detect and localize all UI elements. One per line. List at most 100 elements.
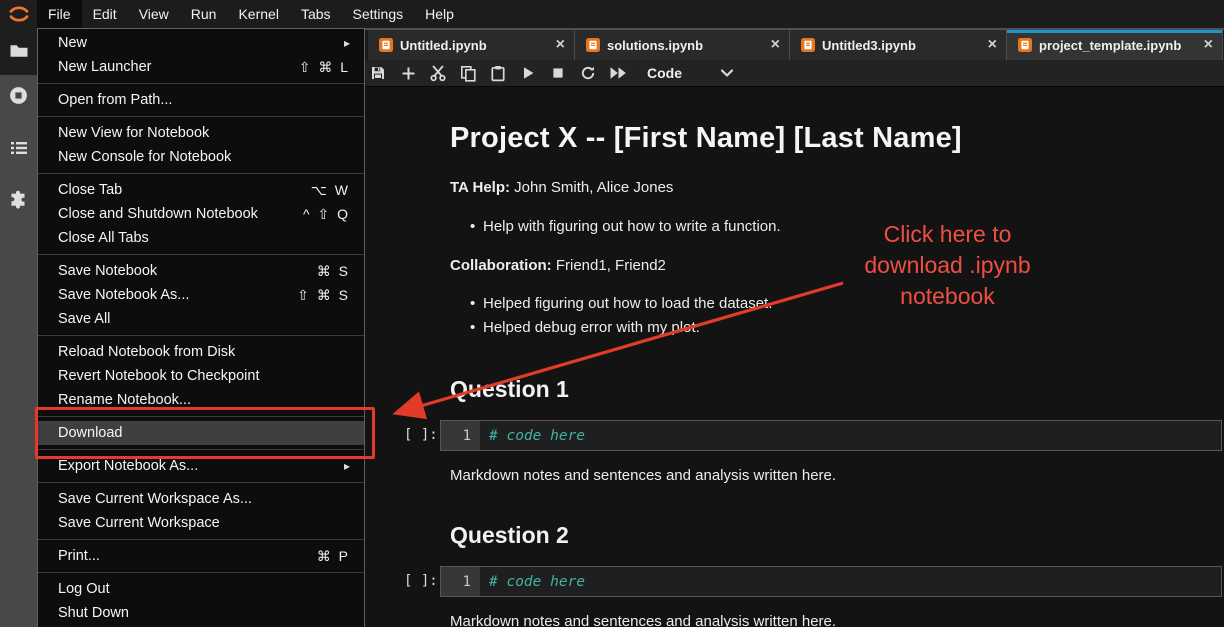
close-tab-icon[interactable]: × <box>982 37 997 53</box>
code-cell-editor[interactable]: 1# code here <box>440 420 1222 451</box>
bullet-item: Helped debug error with my plot. <box>470 316 772 340</box>
cell-type-dropdown[interactable]: Code <box>647 65 682 81</box>
jupyterlab-window: FileEditViewRunKernelTabsSettingsHelp Un… <box>0 0 1224 627</box>
close-tab-icon[interactable]: × <box>550 37 565 53</box>
close-tab-icon[interactable]: × <box>765 37 780 53</box>
tab-untitled-ipynb[interactable]: Untitled.ipynb × <box>368 30 575 60</box>
menu-item-shortcut: ⇧ ⌘ L <box>299 59 350 76</box>
menu-item-save-notebook-as[interactable]: Save Notebook As...⇧ ⌘ S <box>38 283 364 307</box>
menu-item-label: Rename Notebook... <box>58 392 191 408</box>
stop-icon[interactable] <box>543 60 573 87</box>
submenu-arrow-icon: ▸ <box>344 36 350 50</box>
menu-item-new-view-for-notebook[interactable]: New View for Notebook <box>38 121 364 145</box>
annotation-text-line: notebook <box>795 281 1100 312</box>
menubar-item-file[interactable]: File <box>37 0 82 28</box>
menu-separator <box>38 254 364 255</box>
menu-item-label: Print... <box>58 548 100 564</box>
running-kernels-icon[interactable] <box>0 79 37 111</box>
copy-icon[interactable] <box>453 60 483 87</box>
add-cell-icon[interactable] <box>393 60 423 87</box>
left-sidebar <box>0 28 37 627</box>
menubar-item-tabs[interactable]: Tabs <box>290 0 342 28</box>
tab-untitled3-ipynb[interactable]: Untitled3.ipynb× <box>790 30 1007 60</box>
menu-bar: FileEditViewRunKernelTabsSettingsHelp <box>37 0 1224 28</box>
run-icon[interactable] <box>513 60 543 87</box>
extensions-icon[interactable] <box>0 183 37 215</box>
menu-separator <box>38 173 364 174</box>
menubar-item-run[interactable]: Run <box>180 0 228 28</box>
annotation-text-line: Click here to <box>795 219 1100 250</box>
bullet-item: Helped figuring out how to load the data… <box>470 292 772 316</box>
menu-item-close-all-tabs[interactable]: Close All Tabs <box>38 226 364 250</box>
notebook-title: Project X -- [First Name] [Last Name] <box>450 120 962 156</box>
paste-icon[interactable] <box>483 60 513 87</box>
submenu-arrow-icon: ▸ <box>344 459 350 473</box>
menu-item-reload-notebook-from-disk[interactable]: Reload Notebook from Disk <box>38 340 364 364</box>
menu-item-save-current-workspace-as[interactable]: Save Current Workspace As... <box>38 487 364 511</box>
menu-item-log-out[interactable]: Log Out <box>38 577 364 601</box>
menu-item-label: New <box>58 35 87 51</box>
tab-label: Untitled.ipynb <box>400 38 543 53</box>
menu-item-new-launcher[interactable]: New Launcher⇧ ⌘ L <box>38 55 364 79</box>
menubar-item-settings[interactable]: Settings <box>342 0 415 28</box>
notebook-file-icon <box>379 38 393 52</box>
menu-item-open-from-path[interactable]: Open from Path... <box>38 88 364 112</box>
menu-item-close-and-shutdown-notebook[interactable]: Close and Shutdown Notebook^ ⇧ Q <box>38 202 364 226</box>
notebook-file-icon <box>1018 38 1032 52</box>
menu-item-new[interactable]: New ▸ <box>38 31 364 55</box>
menu-separator <box>38 539 364 540</box>
menu-item-shortcut: ⌥ W <box>311 182 350 199</box>
ta-help-label: TA Help: <box>450 179 510 196</box>
menu-separator <box>38 335 364 336</box>
menu-item-label: Export Notebook As... <box>58 458 198 474</box>
collaboration-line: Collaboration: Friend1, Friend2 <box>450 256 666 276</box>
jupyter-logo <box>0 0 37 28</box>
chevron-down-icon[interactable] <box>720 68 734 78</box>
tab-project-template-ipynb[interactable]: project_template.ipynb × <box>1007 30 1223 60</box>
menu-item-label: Close All Tabs <box>58 230 149 246</box>
menubar-item-view[interactable]: View <box>128 0 180 28</box>
ta-help-bullets: Help with figuring out how to write a fu… <box>470 215 781 239</box>
cell-prompt: [ ]: <box>404 573 438 589</box>
tab-label: project_template.ipynb <box>1039 38 1191 53</box>
markdown-note: Markdown notes and sentences and analysi… <box>450 611 836 627</box>
folder-icon[interactable] <box>0 35 37 67</box>
menu-item-save-notebook[interactable]: Save Notebook⌘ S <box>38 259 364 283</box>
menu-item-label: Close and Shutdown Notebook <box>58 206 258 222</box>
line-number: 1 <box>441 421 480 450</box>
cut-icon[interactable] <box>423 60 453 87</box>
menu-item-label: Reload Notebook from Disk <box>58 344 235 360</box>
collaboration-label: Collaboration: <box>450 257 552 274</box>
run-all-icon[interactable] <box>603 60 633 87</box>
menu-item-print[interactable]: Print...⌘ P <box>38 544 364 568</box>
menu-item-save-current-workspace[interactable]: Save Current Workspace <box>38 511 364 535</box>
menu-item-revert-notebook-to-checkpoint[interactable]: Revert Notebook to Checkpoint <box>38 364 364 388</box>
menu-item-new-console-for-notebook[interactable]: New Console for Notebook <box>38 145 364 169</box>
menubar-item-help[interactable]: Help <box>414 0 465 28</box>
menu-item-close-tab[interactable]: Close Tab⌥ W <box>38 178 364 202</box>
cell-prompt: [ ]: <box>404 427 438 443</box>
menu-item-label: Save All <box>58 311 110 327</box>
markdown-note: Markdown notes and sentences and analysi… <box>450 465 836 487</box>
menu-separator <box>38 572 364 573</box>
menu-item-save-all[interactable]: Save All <box>38 307 364 331</box>
ta-help-value: John Smith, Alice Jones <box>514 179 673 196</box>
question-heading: Question 1 <box>450 374 569 404</box>
close-tab-icon[interactable]: × <box>1198 37 1213 53</box>
table-of-contents-icon[interactable] <box>0 132 37 164</box>
menu-item-label: Shut Down <box>58 605 129 621</box>
menubar-item-edit[interactable]: Edit <box>82 0 128 28</box>
code-comment: # code here <box>480 567 585 596</box>
restart-icon[interactable] <box>573 60 603 87</box>
code-cell-editor[interactable]: 1# code here <box>440 566 1222 597</box>
question-heading: Question 2 <box>450 520 569 550</box>
tab-solutions-ipynb[interactable]: solutions.ipynb× <box>575 30 790 60</box>
line-number: 1 <box>441 567 480 596</box>
menubar-item-kernel[interactable]: Kernel <box>227 0 289 28</box>
code-comment: # code here <box>480 421 585 450</box>
menu-item-shut-down[interactable]: Shut Down <box>38 601 364 625</box>
save-icon[interactable] <box>363 60 393 87</box>
menu-item-label: Save Current Workspace As... <box>58 491 252 507</box>
menu-item-shortcut: ⌘ S <box>317 263 350 280</box>
menu-separator <box>38 482 364 483</box>
